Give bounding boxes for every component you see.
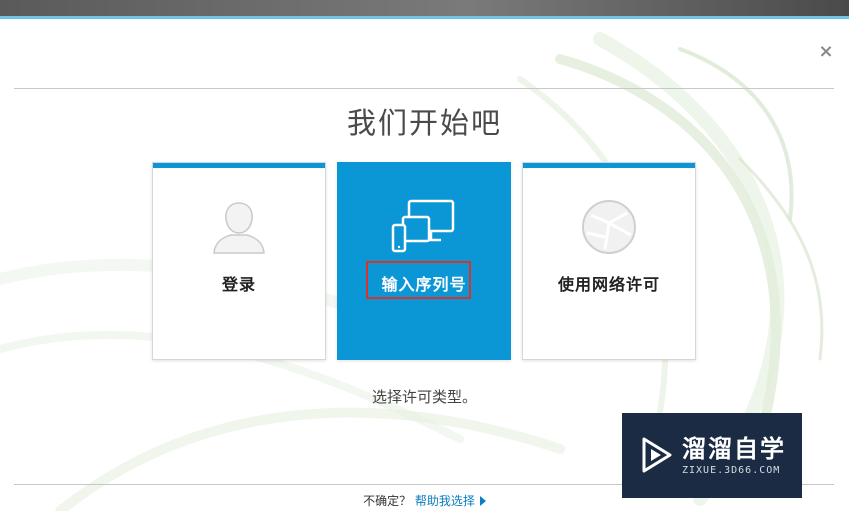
play-logo-icon: [642, 437, 672, 473]
card-accent-bar: [338, 163, 510, 168]
license-type-prompt: 选择许可类型。: [371, 388, 477, 406]
page-title: 我们开始吧: [346, 106, 502, 140]
user-silhouette-icon: [213, 202, 265, 254]
watermark-url: ZIXUE.3D66.COM: [682, 465, 781, 476]
card-accent-bar: [523, 163, 695, 168]
card-label-sign-in: 登录: [221, 275, 256, 294]
window-title-bar: [0, 0, 849, 16]
globe-network-icon: [582, 200, 636, 254]
sign-in-card[interactable]: 登录: [152, 162, 326, 360]
footer-question: 不确定？: [363, 494, 412, 508]
close-button[interactable]: ×: [816, 42, 836, 62]
devices-icon: [391, 199, 455, 253]
network-license-card[interactable]: 使用网络许可: [522, 162, 696, 360]
watermark-logo: 溜溜自学 ZIXUE.3D66.COM: [622, 413, 802, 498]
card-label-network-license: 使用网络许可: [557, 275, 660, 294]
header-divider: [14, 88, 834, 89]
help-me-choose-link[interactable]: 帮助我选择: [415, 494, 475, 508]
right-arrow-icon[interactable]: [479, 496, 486, 506]
highlight-annotation-box: [366, 261, 471, 299]
card-accent-bar: [153, 163, 325, 168]
watermark-title: 溜溜自学: [682, 435, 786, 463]
